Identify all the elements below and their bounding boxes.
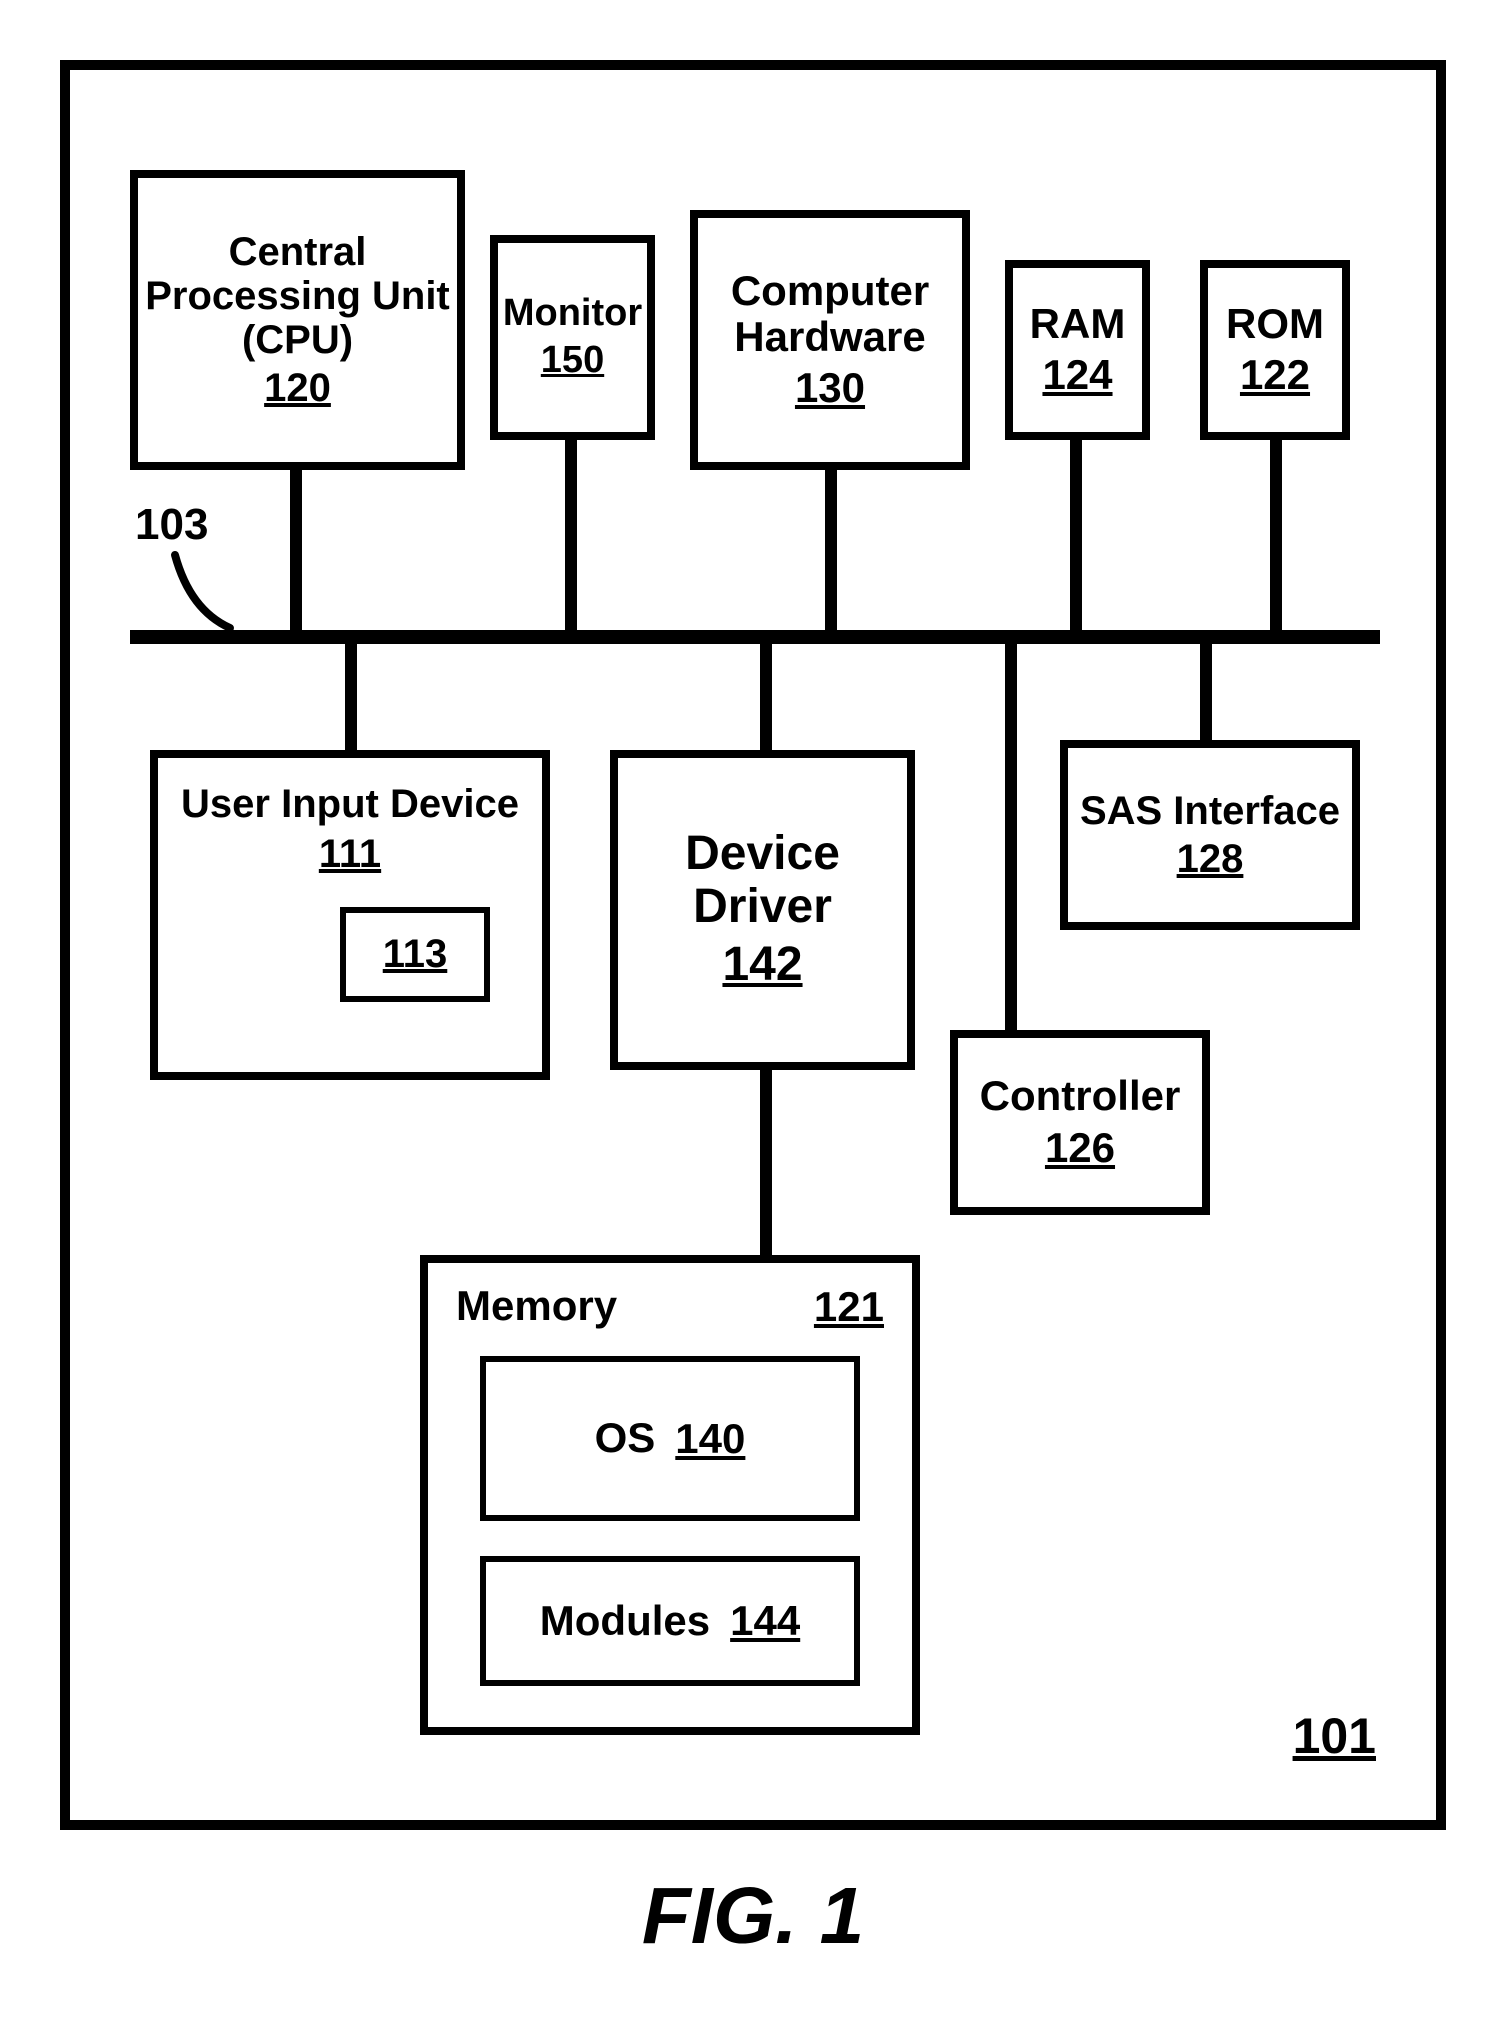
rom-block: ROM 122: [1200, 260, 1350, 440]
controller-ref: 126: [1045, 1124, 1115, 1172]
uid-block: User Input Device 111 113: [150, 750, 550, 1080]
leader-curve-icon: [170, 550, 250, 630]
hardware-drop: [825, 470, 837, 640]
memory-ref: 121: [814, 1283, 884, 1331]
bus-ref-label: 103: [135, 500, 208, 550]
sas-label: SAS Interface: [1080, 789, 1340, 833]
diagram-page: Central Processing Unit (CPU) 120 Monito…: [0, 0, 1506, 2032]
sas-ref: 128: [1177, 837, 1244, 882]
modules-label: Modules: [540, 1598, 710, 1644]
controller-block: Controller 126: [950, 1030, 1210, 1215]
hardware-block: Computer Hardware 130: [690, 210, 970, 470]
uid-ref: 111: [319, 832, 381, 877]
rom-label: ROM: [1226, 301, 1324, 347]
system-ref-label: 101: [1293, 1707, 1376, 1765]
cpu-block: Central Processing Unit (CPU) 120: [130, 170, 465, 470]
modules-block: Modules 144: [480, 1556, 860, 1686]
driver-ref: 142: [722, 937, 802, 992]
uid-inner-block: 113: [340, 907, 490, 1002]
modules-ref: 144: [730, 1597, 800, 1645]
sas-block: SAS Interface 128: [1060, 740, 1360, 930]
driver-drop: [760, 630, 772, 750]
memory-block: Memory 121 OS 140 Modules 144: [420, 1255, 920, 1735]
os-block: OS 140: [480, 1356, 860, 1521]
memory-drop: [760, 1070, 772, 1255]
cpu-drop: [290, 470, 302, 640]
hardware-ref: 130: [795, 364, 865, 412]
rom-ref: 122: [1240, 351, 1310, 399]
cpu-label: Central Processing Unit (CPU): [145, 230, 450, 362]
monitor-label: Monitor: [503, 293, 642, 335]
controller-label: Controller: [980, 1073, 1181, 1119]
sas-drop: [1200, 630, 1212, 740]
cpu-ref: 120: [264, 366, 331, 411]
driver-block: Device Driver 142: [610, 750, 915, 1070]
ram-block: RAM 124: [1005, 260, 1150, 440]
hardware-label: Computer Hardware: [731, 268, 929, 360]
monitor-drop: [565, 440, 577, 640]
monitor-ref: 150: [541, 339, 604, 382]
controller-drop: [1005, 630, 1017, 1030]
ram-ref: 124: [1042, 351, 1112, 399]
ram-label: RAM: [1030, 301, 1126, 347]
driver-label: Device Driver: [685, 828, 840, 934]
rom-drop: [1270, 440, 1282, 640]
uid-inner-ref: 113: [383, 932, 448, 977]
uid-drop: [345, 630, 357, 750]
ram-drop: [1070, 440, 1082, 640]
memory-label: Memory: [456, 1283, 617, 1331]
bus-line: [130, 630, 1380, 644]
uid-label: User Input Device: [181, 782, 519, 826]
monitor-block: Monitor 150: [490, 235, 655, 440]
bus-ref-leader: [170, 550, 250, 630]
figure-caption: FIG. 1: [0, 1870, 1506, 1962]
os-ref: 140: [675, 1415, 745, 1463]
os-label: OS: [595, 1415, 656, 1461]
system-frame: Central Processing Unit (CPU) 120 Monito…: [60, 60, 1446, 1830]
